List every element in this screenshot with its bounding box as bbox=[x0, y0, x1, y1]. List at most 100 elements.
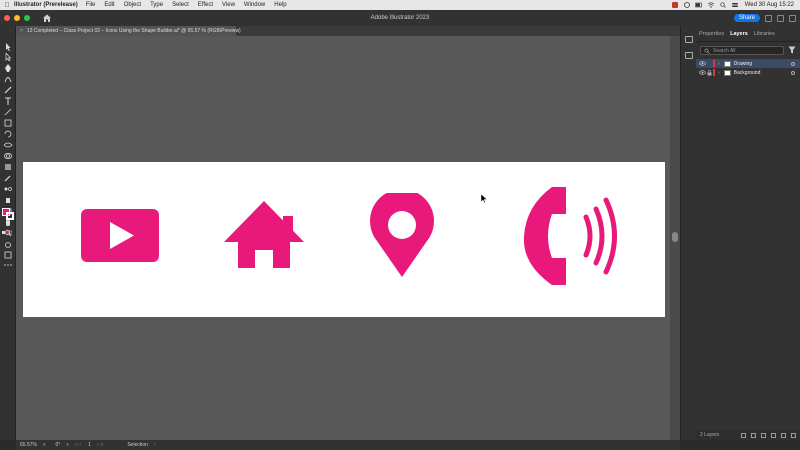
layer-name[interactable]: Drawing bbox=[734, 61, 752, 67]
edit-toolbar-icon[interactable] bbox=[3, 256, 13, 266]
mouse-pointer-icon bbox=[480, 194, 488, 204]
direct-selection-tool-icon[interactable] bbox=[3, 48, 13, 62]
menu-edit[interactable]: Edit bbox=[104, 2, 114, 8]
document-tab-label: 13 Completed – Class Project 02 – Icons … bbox=[26, 28, 241, 34]
menu-file[interactable]: File bbox=[86, 2, 96, 8]
menu-select[interactable]: Select bbox=[172, 2, 189, 8]
layer-name[interactable]: Background bbox=[734, 70, 761, 76]
locate-object-icon[interactable] bbox=[751, 432, 756, 438]
menu-view[interactable]: View bbox=[222, 2, 235, 8]
minimize-window-button[interactable] bbox=[14, 15, 20, 21]
screen-mode-icon[interactable] bbox=[3, 246, 13, 259]
shape-builder-tool-icon[interactable] bbox=[3, 147, 13, 159]
share-button[interactable]: Share bbox=[733, 14, 760, 22]
tools-panel bbox=[0, 26, 16, 440]
brush-tool-icon[interactable] bbox=[3, 81, 13, 94]
search-help-icon[interactable] bbox=[777, 14, 784, 22]
search-placeholder: Search All bbox=[713, 47, 736, 54]
layer-color-bar bbox=[713, 69, 715, 76]
type-tool-icon[interactable] bbox=[3, 92, 13, 105]
layer-color-bar bbox=[713, 60, 715, 67]
zoom-window-button[interactable] bbox=[24, 15, 30, 21]
canvas-area[interactable] bbox=[16, 36, 680, 440]
width-tool-icon[interactable] bbox=[3, 136, 13, 148]
gradient-tool-icon[interactable] bbox=[3, 158, 13, 170]
visibility-eye-icon[interactable] bbox=[699, 60, 706, 67]
video-play-icon[interactable] bbox=[80, 208, 160, 263]
artboard-number-field[interactable]: 1 bbox=[88, 442, 91, 448]
close-window-button[interactable] bbox=[4, 15, 10, 21]
expand-chevron-icon[interactable]: › bbox=[718, 70, 720, 76]
phone-call-icon[interactable] bbox=[522, 184, 624, 289]
search-icon bbox=[704, 48, 710, 54]
eyedropper-tool-icon[interactable] bbox=[3, 169, 13, 182]
workspace-switcher-icon[interactable] bbox=[765, 14, 772, 22]
record-status-icon[interactable] bbox=[671, 2, 679, 8]
wifi-icon[interactable] bbox=[707, 2, 715, 8]
creative-cloud-icon[interactable] bbox=[683, 2, 691, 8]
arrange-documents-icon[interactable] bbox=[789, 14, 796, 22]
filter-icon[interactable] bbox=[788, 46, 796, 54]
previous-artboard-icon[interactable]: ‹‹ ‹ bbox=[75, 442, 81, 448]
rotation-field[interactable]: 0° bbox=[55, 442, 60, 448]
menubar-clock[interactable]: Wed 30 Aug 15:22 bbox=[745, 2, 794, 8]
export-icon[interactable] bbox=[741, 432, 746, 438]
draw-mode-icon[interactable] bbox=[3, 236, 13, 248]
status-bar: 65.57% ▾ 0° ▾ ‹‹ ‹ 1 › ›› Selection › bbox=[16, 440, 680, 450]
expand-chevron-icon[interactable]: › bbox=[718, 61, 720, 67]
document-tab-bar: × 13 Completed – Class Project 02 – Icon… bbox=[16, 26, 680, 36]
clipping-mask-icon[interactable] bbox=[761, 432, 766, 438]
rectangle-tool-icon[interactable] bbox=[3, 114, 13, 127]
layers-panel-footer: 2 Layers bbox=[696, 430, 800, 440]
status-menu-icon[interactable]: › bbox=[154, 442, 156, 448]
rotate-tool-icon[interactable] bbox=[3, 125, 13, 138]
next-artboard-icon[interactable]: › ›› bbox=[97, 442, 103, 448]
zoom-level-field[interactable]: 65.57% bbox=[20, 442, 37, 448]
control-center-icon[interactable] bbox=[731, 2, 739, 8]
vertical-scrollbar[interactable] bbox=[670, 36, 680, 440]
tab-properties[interactable]: Properties bbox=[696, 31, 727, 37]
line-tool-icon[interactable] bbox=[3, 103, 13, 116]
layer-row-background[interactable]: › Background bbox=[696, 68, 800, 77]
zoom-dropdown-icon[interactable]: ▾ bbox=[43, 442, 46, 448]
comments-panel-icon[interactable] bbox=[685, 36, 693, 43]
apple-icon[interactable]:  bbox=[0, 2, 14, 9]
lock-icon[interactable] bbox=[707, 69, 712, 76]
artboard[interactable] bbox=[23, 162, 665, 317]
new-sublayer-icon[interactable] bbox=[771, 432, 776, 438]
visibility-eye-icon[interactable] bbox=[699, 69, 706, 76]
macos-menu-bar:  Illustrator (Prerelease) File Edit Obj… bbox=[0, 0, 800, 10]
fill-stroke-swatch[interactable] bbox=[2, 208, 14, 220]
menu-help[interactable]: Help bbox=[274, 2, 286, 8]
scrollbar-thumb[interactable] bbox=[672, 232, 678, 242]
layer-target-icon[interactable] bbox=[791, 70, 795, 75]
menu-type[interactable]: Type bbox=[150, 2, 163, 8]
app-title: Adobe Illustrator 2023 bbox=[370, 15, 430, 21]
close-document-icon[interactable]: × bbox=[20, 28, 23, 34]
document-tab[interactable]: × 13 Completed – Class Project 02 – Icon… bbox=[16, 26, 241, 36]
tab-layers[interactable]: Layers bbox=[727, 31, 751, 37]
location-pin-icon[interactable] bbox=[369, 193, 435, 278]
appearance-panel-icon[interactable] bbox=[685, 52, 693, 59]
menu-object[interactable]: Object bbox=[124, 2, 141, 8]
home-icon[interactable] bbox=[42, 13, 52, 23]
symbol-sprayer-tool-icon[interactable] bbox=[3, 191, 13, 203]
delete-layer-icon[interactable] bbox=[791, 432, 796, 438]
selection-tool-icon[interactable] bbox=[3, 38, 13, 51]
pen-tool-icon[interactable] bbox=[3, 59, 13, 72]
spotlight-search-icon[interactable] bbox=[719, 2, 727, 8]
color-mode-icon[interactable] bbox=[2, 224, 13, 235]
battery-icon[interactable] bbox=[694, 2, 703, 8]
curvature-tool-icon[interactable] bbox=[3, 70, 13, 83]
menu-app-name[interactable]: Illustrator (Prerelease) bbox=[14, 2, 78, 8]
rotation-dropdown-icon[interactable]: ▾ bbox=[66, 442, 69, 448]
house-icon[interactable] bbox=[223, 200, 305, 270]
new-layer-icon[interactable] bbox=[781, 432, 786, 438]
menu-effect[interactable]: Effect bbox=[198, 2, 213, 8]
layer-row-drawing[interactable]: › Drawing bbox=[696, 59, 800, 68]
blend-tool-icon[interactable] bbox=[3, 180, 13, 191]
layer-target-icon[interactable] bbox=[791, 61, 795, 66]
menu-window[interactable]: Window bbox=[244, 2, 265, 8]
layers-search-input[interactable]: Search All bbox=[700, 46, 784, 55]
tab-libraries[interactable]: Libraries bbox=[751, 31, 778, 37]
